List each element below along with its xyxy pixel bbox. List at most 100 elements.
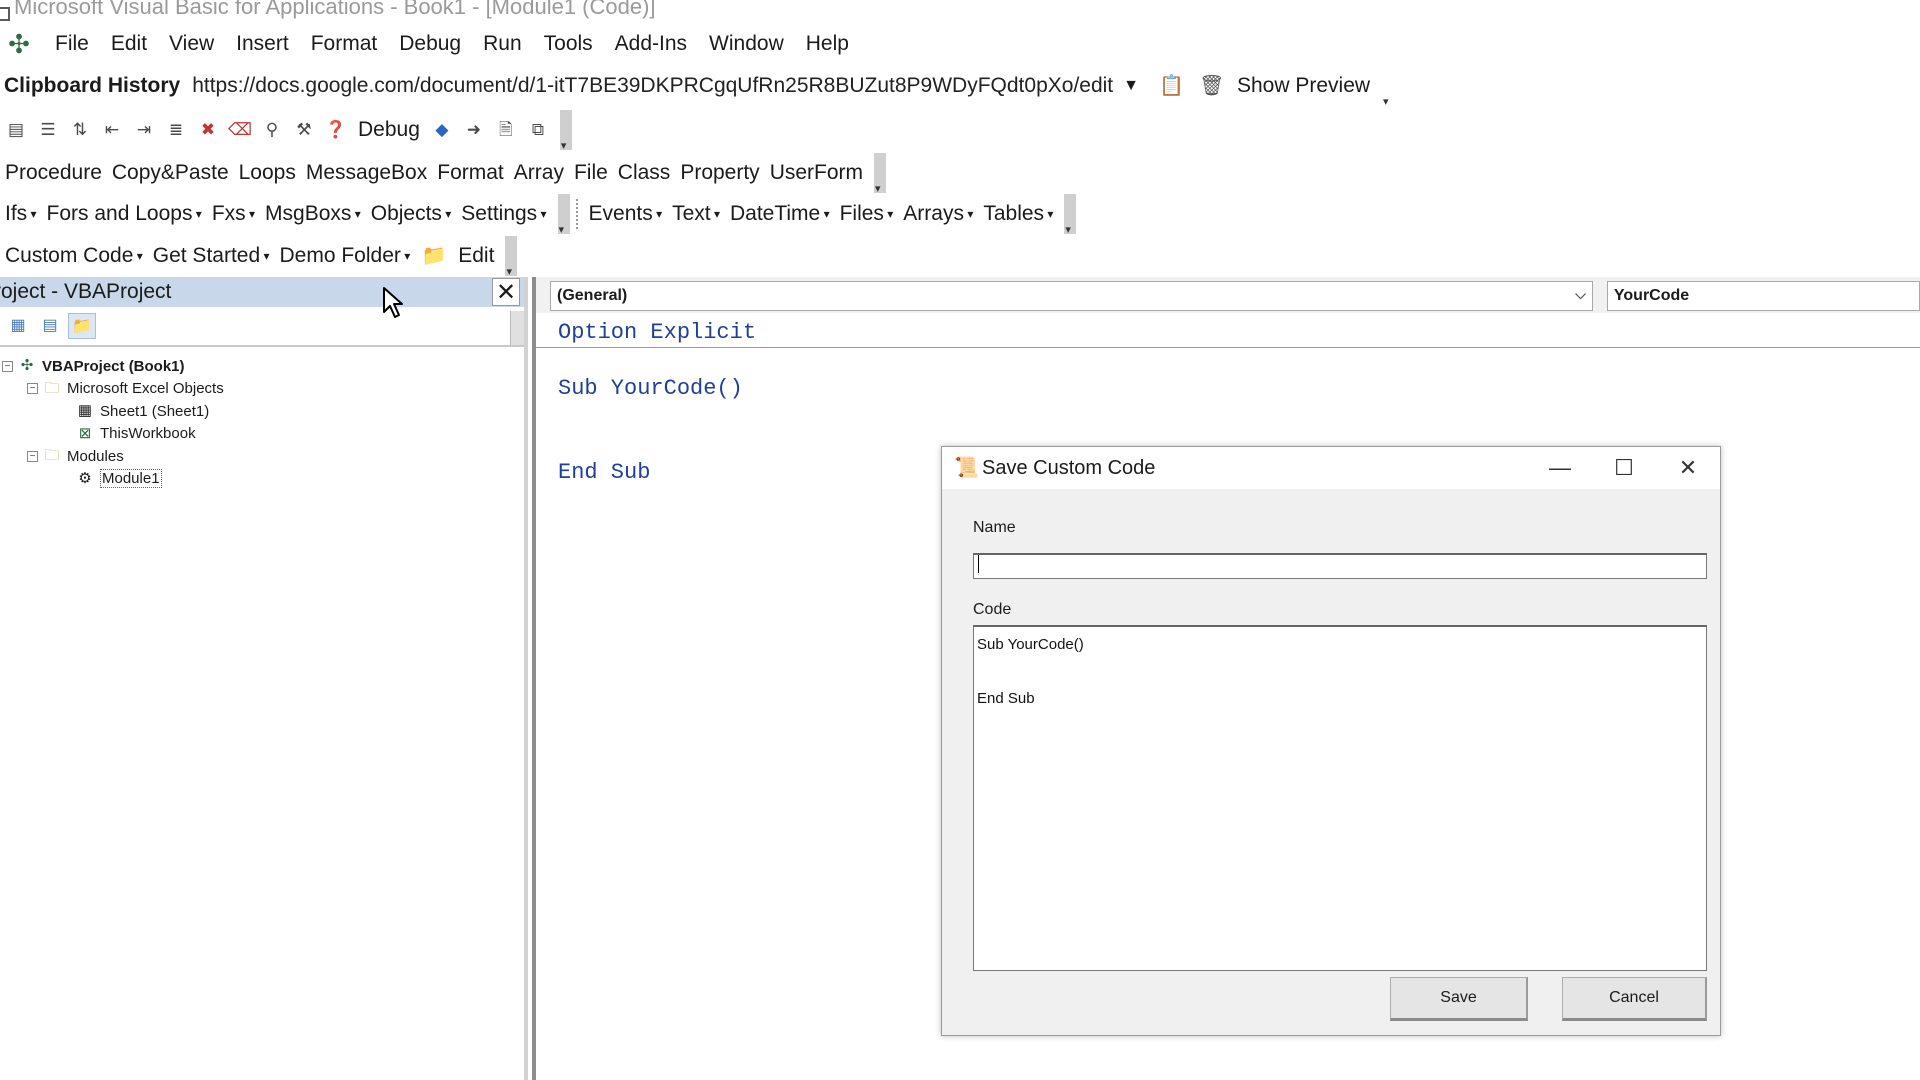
document-icon[interactable]: 🗎 — [492, 116, 520, 144]
window-title-bar: Microsoft Visual Basic for Applications … — [0, 0, 1920, 22]
tree-node-sheet1[interactable]: ▦ Sheet1 (Sheet1) — [0, 400, 524, 423]
tools-icon[interactable]: ⚒ — [290, 116, 318, 144]
toolbar-grip[interactable] — [510, 311, 524, 345]
code-line-option-explicit[interactable]: Option Explicit — [558, 320, 756, 345]
menu-arrays[interactable]: Arrays — [898, 202, 978, 226]
compare-icon[interactable]: ⧉ — [524, 116, 552, 144]
menu-fors-and-loops[interactable]: Fors and Loops — [42, 202, 207, 226]
back-arrow-icon[interactable]: ◆ — [428, 116, 456, 144]
indent-icon[interactable]: ⇥ — [130, 116, 158, 144]
list-icon[interactable]: ≣ — [162, 116, 190, 144]
clipboard-url-combo[interactable]: https://docs.google.com/document/d/1-itT… — [192, 74, 1113, 98]
code-line-end-sub[interactable]: End Sub — [558, 460, 650, 485]
menu-help[interactable]: Help — [795, 26, 860, 62]
menu-text[interactable]: Text — [667, 202, 725, 226]
menu-msgboxs[interactable]: MsgBoxs — [260, 202, 366, 226]
procedure-combo[interactable]: YourCode — [1606, 281, 1920, 311]
snippet-class[interactable]: Class — [613, 161, 676, 185]
menu-view[interactable]: View — [158, 26, 225, 62]
cancel-button[interactable]: Cancel — [1562, 977, 1707, 1021]
collapse-icon[interactable]: − — [27, 450, 38, 462]
toolbar-separator — [575, 199, 578, 229]
toolbar-grip[interactable] — [557, 194, 570, 236]
code-textarea[interactable]: Sub YourCode() End Sub — [973, 625, 1707, 971]
toolbar-grip[interactable] — [505, 236, 518, 278]
code-line-sub[interactable]: Sub YourCode() — [558, 376, 743, 401]
menu-tables[interactable]: Tables — [978, 202, 1058, 226]
snippet-messagebox[interactable]: MessageBox — [301, 161, 432, 185]
chevron-down-icon[interactable]: ⌵ — [1575, 286, 1586, 303]
collapse-icon[interactable]: − — [27, 383, 38, 395]
snippet-procedure[interactable]: Procedure — [0, 161, 107, 185]
menu-fxs[interactable]: Fxs — [207, 202, 260, 226]
toolbar-grip[interactable] — [874, 153, 887, 195]
view-object-icon[interactable]: ▤ — [36, 313, 64, 339]
help-icon[interactable]: ❓ — [322, 116, 350, 144]
tree-node-vbaproject[interactable]: − ✣ VBAProject (Book1) — [0, 355, 524, 378]
show-preview-button[interactable]: Show Preview — [1231, 74, 1376, 98]
close-icon[interactable]: ✕ — [1656, 447, 1720, 489]
menu-insert[interactable]: Insert — [225, 26, 300, 62]
project-explorer-header: roject - VBAProject ✕ — [0, 277, 524, 307]
tree-node-modules[interactable]: − 🗀 Modules — [0, 445, 524, 468]
minimize-icon[interactable]: — — [1528, 447, 1592, 489]
object-combo[interactable]: (General) ⌵ — [550, 281, 1593, 311]
menu-format[interactable]: Format — [300, 26, 389, 62]
snippet-format[interactable]: Format — [432, 161, 509, 185]
menu-add-ins[interactable]: Add-Ins — [604, 26, 698, 62]
snippet-property[interactable]: Property — [675, 161, 764, 185]
menu-demo-folder[interactable]: Demo Folder — [275, 244, 416, 268]
numbered-list-icon[interactable]: ☰ — [34, 116, 62, 144]
menu-settings[interactable]: Settings — [456, 202, 551, 226]
edit-toolbar: ▤ ☰ ⇅ ⇤ ⇥ ≣ ✖ ⌫ ⚲ ⚒ ❓ Debug ◆ ➜ 🗎 ⧉ — [0, 110, 572, 152]
menu-run[interactable]: Run — [472, 26, 533, 62]
snippet-loops[interactable]: Loops — [234, 161, 301, 185]
tree-node-thisworkbook[interactable]: ⊠ ThisWorkbook — [0, 423, 524, 446]
menu-file[interactable]: File — [44, 26, 100, 62]
view-code-icon[interactable]: ▦ — [4, 313, 32, 339]
debug-button[interactable]: Debug — [352, 118, 426, 142]
clear-icon[interactable]: ⌫ — [226, 116, 254, 144]
tree-label-thisworkbook: ThisWorkbook — [100, 425, 196, 443]
toolbar-grip[interactable] — [1064, 194, 1077, 236]
menu-objects[interactable]: Objects — [366, 202, 457, 226]
paste-clipboard-icon[interactable]: 📋 — [1159, 74, 1184, 98]
menu-events[interactable]: Events — [584, 202, 668, 226]
close-icon[interactable]: ✕ — [492, 278, 520, 306]
menu-datetime[interactable]: DateTime — [725, 202, 835, 226]
clipboard-dropdown-arrow-icon[interactable]: ▼ — [1123, 77, 1139, 95]
snippet-array[interactable]: Array — [509, 161, 569, 185]
menu-custom-code[interactable]: Custom Code — [0, 244, 148, 268]
menu-tools[interactable]: Tools — [533, 26, 604, 62]
menu-window[interactable]: Window — [698, 26, 795, 62]
menu-ifs[interactable]: Ifs — [0, 202, 42, 226]
forward-arrow-icon[interactable]: ➜ — [460, 116, 488, 144]
snippet-userform[interactable]: UserForm — [765, 161, 868, 185]
folder-icon[interactable]: 📁 — [421, 245, 447, 267]
snippet-copy-paste[interactable]: Copy&Paste — [107, 161, 234, 185]
menu-edit[interactable]: Edit — [100, 26, 158, 62]
edit-button[interactable]: Edit — [453, 244, 499, 268]
tree-node-module1[interactable]: ⚙ Module1 — [0, 468, 524, 491]
remove-icon[interactable]: ✖ — [194, 116, 222, 144]
comment-block-icon[interactable]: ▤ — [2, 116, 30, 144]
menu-files[interactable]: Files — [835, 202, 899, 226]
menu-debug[interactable]: Debug — [388, 26, 472, 62]
project-explorer-pane: roject - VBAProject ✕ ▦ ▤ 📁 − ✣ VBAProje… — [0, 277, 528, 1080]
sort-icon[interactable]: ⇅ — [66, 116, 94, 144]
menu-get-started[interactable]: Get Started — [148, 244, 275, 268]
outdent-icon[interactable]: ⇤ — [98, 116, 126, 144]
snippet-file[interactable]: File — [569, 161, 613, 185]
tree-node-excel-objects[interactable]: − 🗀 Microsoft Excel Objects — [0, 378, 524, 401]
save-button[interactable]: Save — [1390, 977, 1528, 1021]
clipboard-history-toolbar: Clipboard History https://docs.google.co… — [0, 66, 1389, 108]
collapse-icon[interactable]: − — [2, 360, 13, 372]
name-field[interactable] — [973, 553, 1707, 579]
tree-label-modules: Modules — [67, 447, 124, 465]
vba-app-icon[interactable]: ✣ — [4, 29, 34, 59]
maximize-icon[interactable]: ☐ — [1592, 447, 1656, 489]
toolbar-grip[interactable] — [559, 110, 572, 152]
find-icon[interactable]: ⚲ — [258, 116, 286, 144]
toggle-folders-icon[interactable]: 📁 — [68, 313, 96, 339]
delete-trash-icon[interactable]: 🗑 — [1199, 74, 1224, 98]
